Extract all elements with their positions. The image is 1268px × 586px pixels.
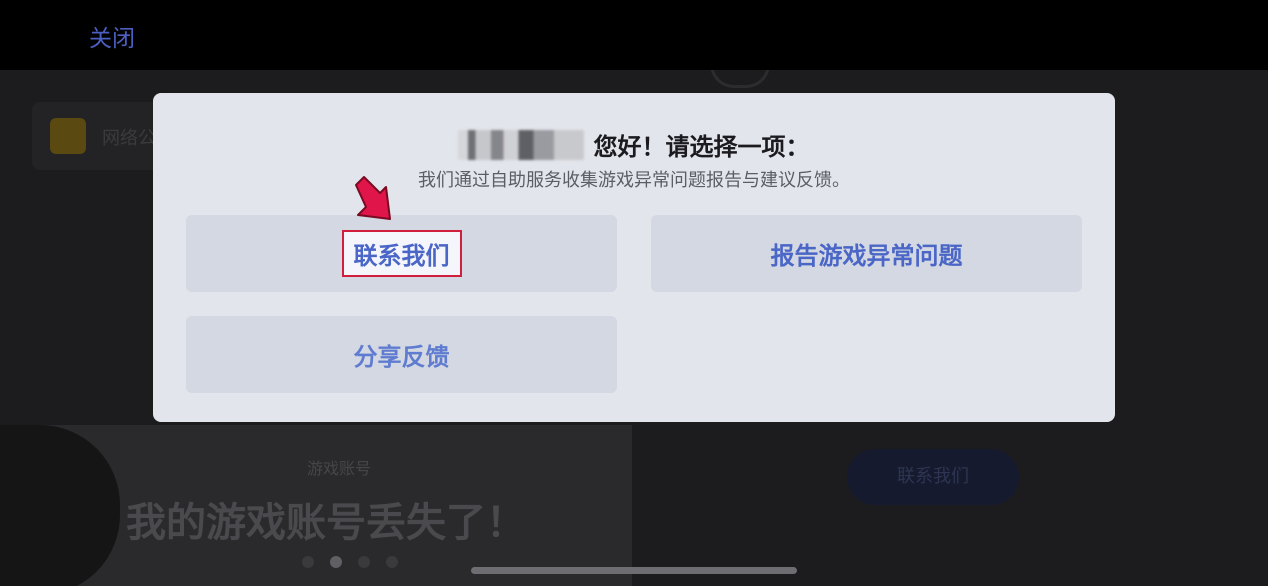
- home-indicator[interactable]: [471, 567, 797, 574]
- report-issue-label: 报告游戏异常问题: [770, 242, 963, 270]
- share-feedback-button[interactable]: 分享反馈: [186, 316, 617, 393]
- arrow-pointer-icon: [355, 176, 391, 220]
- background-headline: 我的游戏账号丢失了！: [126, 500, 526, 546]
- background-hint: 游戏账号: [307, 459, 372, 478]
- dialog-header: 您好！请选择一项：: [153, 127, 1115, 162]
- close-button[interactable]: 关闭: [89, 19, 135, 53]
- dialog-title: 您好！请选择一项：: [593, 133, 810, 161]
- carousel-dot: [358, 556, 370, 568]
- news-icon: [50, 118, 86, 154]
- options-dialog: 您好！请选择一项： 我们通过自助服务收集游戏异常问题报告与建议反馈。 联系我们 …: [153, 93, 1115, 422]
- carousel-dot: [302, 556, 314, 568]
- report-issue-button[interactable]: 报告游戏异常问题: [651, 215, 1082, 292]
- contact-us-label: 联系我们: [341, 230, 462, 277]
- username-redacted: [458, 129, 585, 160]
- background-contact-button: 联系我们: [847, 449, 1019, 505]
- carousel-dot: [386, 556, 398, 568]
- carousel-dots: [302, 556, 398, 568]
- banner-image: [0, 425, 120, 586]
- carousel-dot-active: [330, 556, 342, 568]
- dialog-subtitle: 我们通过自助服务收集游戏异常问题报告与建议反馈。: [418, 170, 850, 191]
- top-bar: 关闭: [0, 0, 1268, 70]
- share-feedback-label: 分享反馈: [353, 343, 450, 371]
- contact-us-button[interactable]: 联系我们: [186, 215, 617, 292]
- decorative-ring: [710, 70, 770, 88]
